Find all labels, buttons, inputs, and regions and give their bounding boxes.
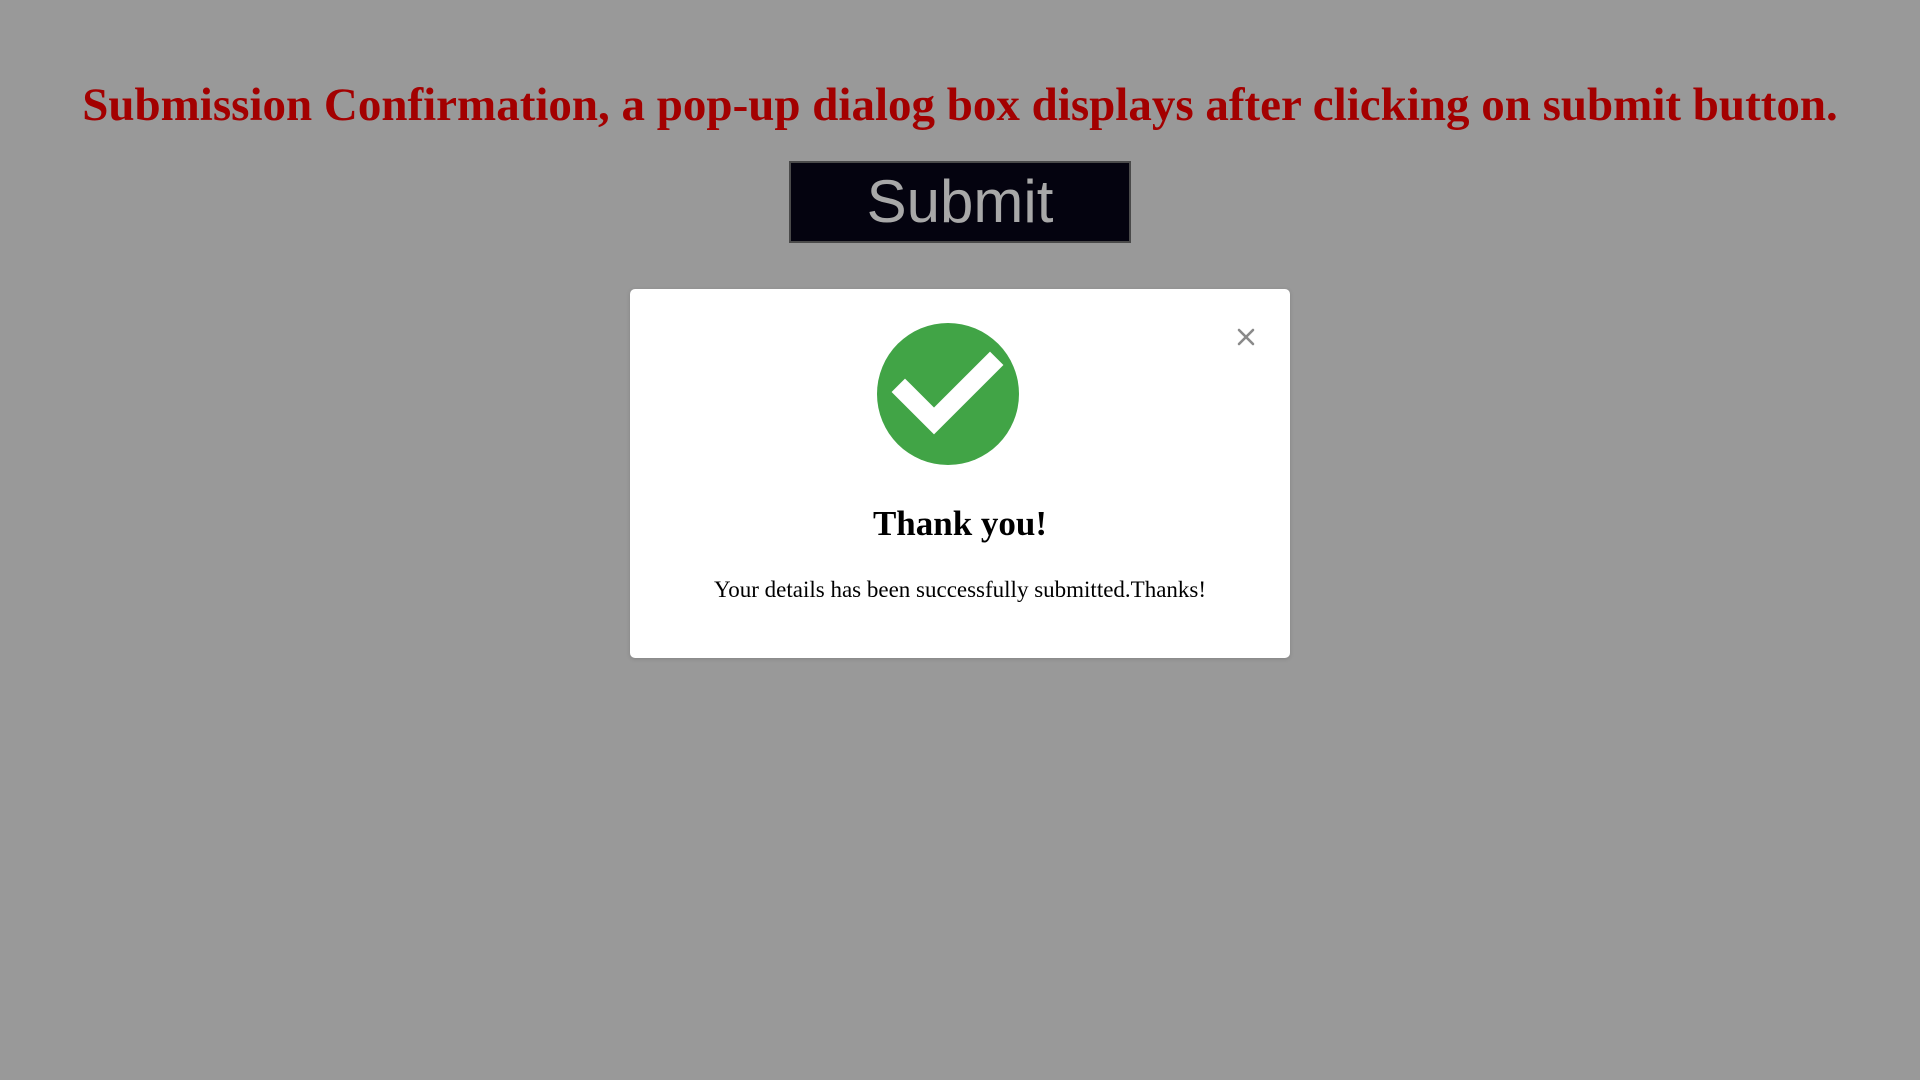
close-button[interactable] <box>1230 321 1262 353</box>
dialog-title: Thank you! <box>872 504 1048 543</box>
page: Submission Confirmation, a pop-up dialog… <box>0 0 1920 1080</box>
close-icon <box>1237 328 1255 346</box>
check-circle-icon <box>877 323 1019 465</box>
submit-button[interactable]: Submit <box>789 161 1131 243</box>
dialog-message: Your details has been successfully submi… <box>713 577 1207 602</box>
page-heading: Submission Confirmation, a pop-up dialog… <box>82 79 1838 131</box>
confirmation-dialog: Thank you! Your details has been success… <box>630 289 1290 658</box>
